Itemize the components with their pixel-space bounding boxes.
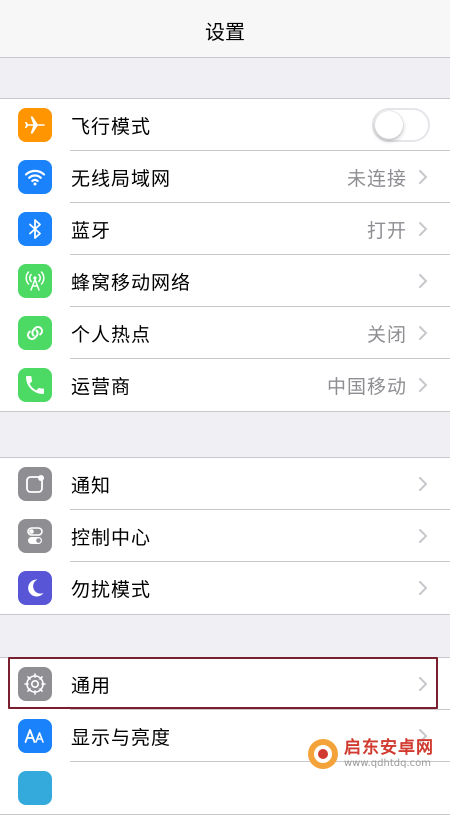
bluetooth-icon: [18, 212, 52, 246]
row-label: 蜂窝移动网络: [71, 271, 192, 294]
settings-row-bluetooth[interactable]: 蓝牙 打开: [0, 203, 450, 255]
row-label: 显示与亮度: [71, 726, 172, 749]
chevron-right-icon: [419, 378, 427, 392]
settings-row-cellular[interactable]: 蜂窝移动网络: [0, 255, 450, 307]
cellular-antenna-icon: [18, 264, 52, 298]
connectivity-group: 飞行模式 无线局域网 未连接 蓝牙 打开 蜂窝移动网络 个人热点 关闭 运营商 …: [0, 98, 450, 412]
navigation-bar: 设置: [0, 0, 450, 58]
watermark-title: 启东安卓网: [344, 738, 434, 759]
partial-icon: [18, 771, 52, 805]
row-label: 蓝牙: [71, 219, 112, 242]
row-label: 无线局域网: [71, 167, 172, 190]
chevron-right-icon: [419, 274, 427, 288]
row-value: 关闭: [366, 323, 407, 346]
row-label: 运营商: [71, 375, 132, 398]
system-group: 通知 控制中心 勿扰模式: [0, 457, 450, 615]
settings-row-wifi[interactable]: 无线局域网 未连接: [0, 151, 450, 203]
settings-row-do-not-disturb[interactable]: 勿扰模式: [0, 562, 450, 614]
wifi-icon: [18, 160, 52, 194]
settings-row-notifications[interactable]: 通知: [0, 458, 450, 510]
settings-row-control-center[interactable]: 控制中心: [0, 510, 450, 562]
page-title: 设置: [205, 20, 245, 44]
notifications-icon: [18, 467, 52, 501]
toggle-knob: [375, 111, 403, 139]
settings-row-carrier[interactable]: 运营商 中国移动: [0, 359, 450, 411]
settings-row-airplane-mode: 飞行模式: [0, 99, 450, 151]
row-label: 控制中心: [71, 526, 152, 549]
settings-row-general[interactable]: 通用: [0, 658, 450, 710]
row-value: 打开: [366, 219, 407, 242]
row-label: 通知: [71, 474, 112, 497]
row-label: 飞行模式: [71, 115, 152, 138]
moon-icon: [18, 571, 52, 605]
text-size-icon: [18, 719, 52, 753]
chevron-right-icon: [419, 170, 427, 184]
chevron-right-icon: [419, 677, 427, 691]
watermark: 启东安卓网 www.qdhtdq.com: [306, 732, 444, 776]
chevron-right-icon: [419, 222, 427, 236]
row-label: 勿扰模式: [71, 578, 152, 601]
row-value: 中国移动: [326, 375, 407, 398]
chevron-right-icon: [419, 326, 427, 340]
control-center-icon: [18, 519, 52, 553]
chevron-right-icon: [419, 477, 427, 491]
hotspot-link-icon: [18, 316, 52, 350]
row-value: 未连接: [346, 167, 407, 190]
settings-row-personal-hotspot[interactable]: 个人热点 关闭: [0, 307, 450, 359]
row-label: 个人热点: [71, 323, 152, 346]
watermark-logo-icon: [308, 739, 338, 769]
chevron-right-icon: [419, 581, 427, 595]
airplane-icon: [18, 108, 52, 142]
watermark-url: www.qdhtdq.com: [344, 757, 431, 769]
airplane-mode-toggle[interactable]: [372, 108, 430, 142]
chevron-right-icon: [419, 529, 427, 543]
gear-icon: [18, 667, 52, 701]
phone-icon: [18, 368, 52, 402]
row-label: 通用: [71, 674, 112, 697]
